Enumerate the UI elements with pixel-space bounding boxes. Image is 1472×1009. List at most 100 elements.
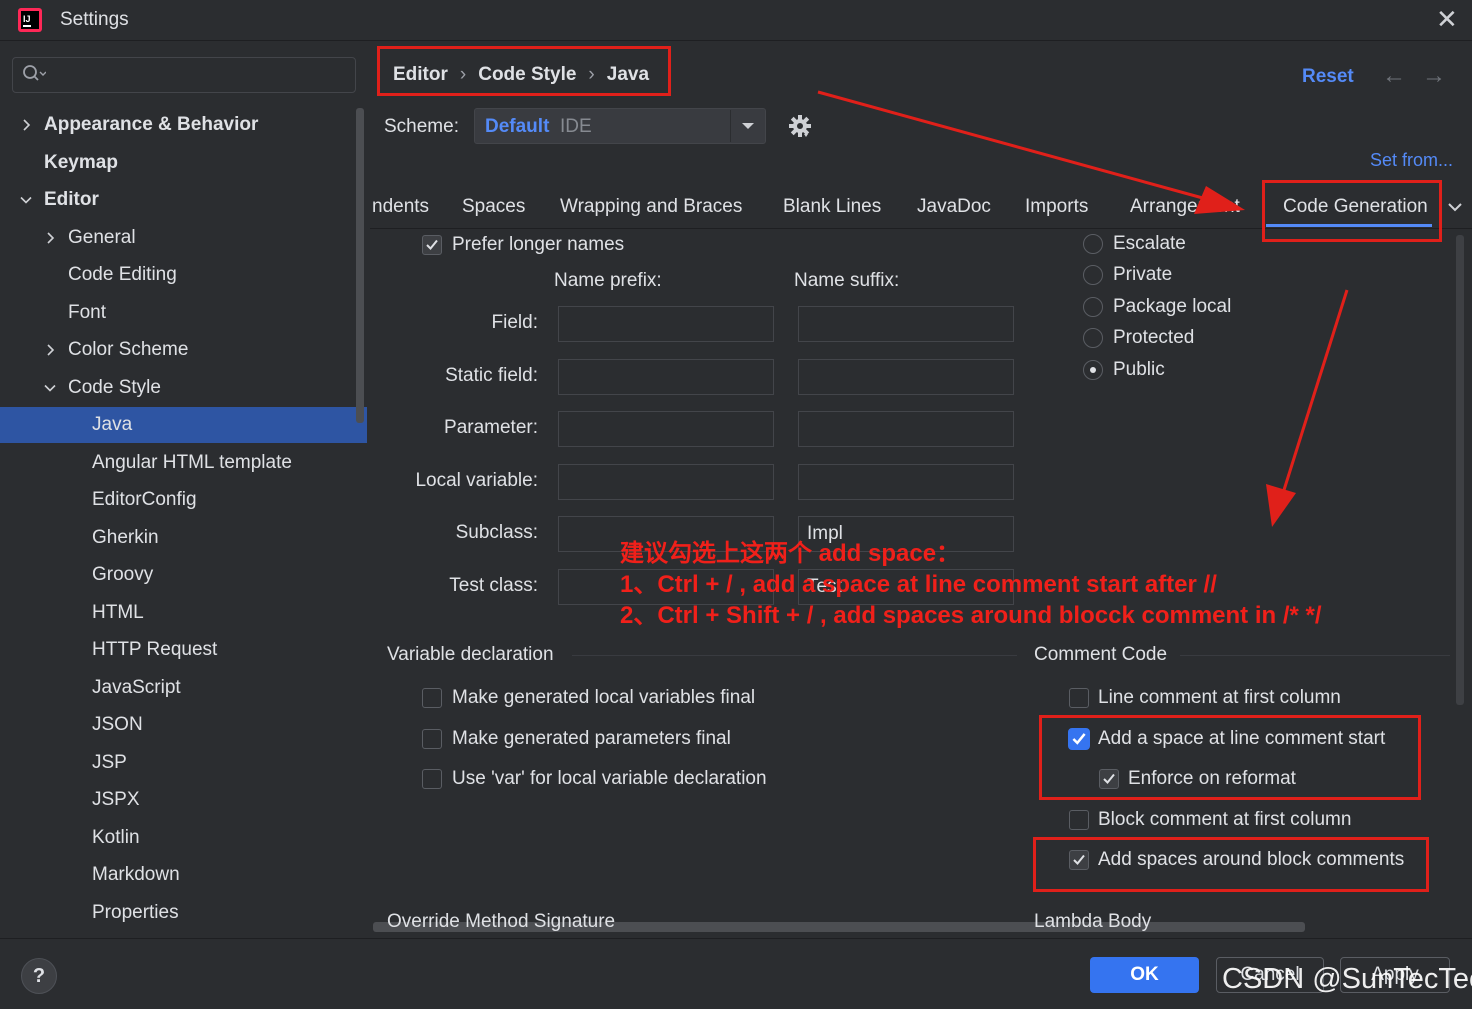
line-comment-first-column-checkbox[interactable] [1069,688,1089,708]
tab-wrapping-and-braces[interactable]: Wrapping and Braces [560,196,742,218]
local-variable-prefix-input[interactable] [558,464,774,500]
visibility-private-label: Private [1113,264,1173,285]
content-scrollbar[interactable] [1456,235,1464,705]
visibility-private-radio[interactable] [1083,265,1103,285]
scheme-type: IDE [560,116,592,137]
static-field-prefix-input[interactable] [558,359,774,395]
block-comment-first-column-checkbox[interactable] [1069,810,1089,830]
sidebar-item-properties[interactable]: Properties [92,895,179,931]
sidebar-item-code-editing[interactable]: Code Editing [68,257,177,293]
ok-button[interactable]: OK [1090,957,1199,993]
sidebar-item-editorconfig[interactable]: EditorConfig [92,482,197,518]
annotation-box-block-comment [1033,837,1429,892]
local-variable-suffix-input[interactable] [798,464,1014,500]
chevron-down-icon[interactable] [44,382,56,394]
parameter-label: Parameter: [444,417,538,438]
local-vars-final-checkbox[interactable] [422,688,442,708]
tab-blank-lines[interactable]: Blank Lines [783,196,881,218]
sidebar-item-groovy[interactable]: Groovy [92,557,153,593]
sidebar-item-appearance[interactable]: Appearance & Behavior [44,107,258,143]
footer-divider [0,938,1472,939]
section-divider [572,655,1017,656]
sidebar-item-font[interactable]: Font [68,295,106,331]
sidebar-item-markdown[interactable]: Markdown [92,857,180,893]
forward-arrow-icon[interactable]: → [1422,62,1446,90]
field-suffix-input[interactable] [798,306,1014,342]
sidebar-item-javascript[interactable]: JavaScript [92,670,181,706]
sidebar-item-jsp[interactable]: JSP [92,745,127,781]
chevron-right-icon[interactable] [44,344,56,356]
sidebar-item-angular-html[interactable]: Angular HTML template [92,445,292,481]
override-method-signature-title: Override Method Signature [387,911,616,932]
annotation-note: 建议勾选上这两个 add space： 1、Ctrl + / , add a s… [620,538,1322,631]
parameter-suffix-input[interactable] [798,411,1014,447]
name-suffix-header: Name suffix: [794,270,900,291]
local-variable-label: Local variable: [415,470,538,491]
search-icon [23,65,46,81]
name-prefix-header: Name prefix: [554,270,662,291]
tab-arrangement[interactable]: Arrangement [1130,196,1240,218]
prefer-longer-names-label: Prefer longer names [452,234,625,255]
visibility-package-local-label: Package local [1113,296,1232,317]
annotation-line-3: 2、Ctrl + Shift + / , add spaces around b… [620,602,1322,629]
sidebar-item-code-style[interactable]: Code Style [68,370,161,406]
settings-search-input[interactable] [12,57,356,93]
sidebar-item-editor[interactable]: Editor [44,182,99,218]
test-class-label: Test class: [449,575,538,596]
visibility-escalate-label: Escalate [1113,233,1186,254]
static-field-label: Static field: [445,365,538,386]
annotation-box-line-comment [1039,715,1421,800]
chevron-right-icon[interactable] [44,232,56,244]
params-final-checkbox[interactable] [422,729,442,749]
svg-text:IJ: IJ [23,14,31,24]
sidebar-item-kotlin[interactable]: Kotlin [92,820,140,856]
sidebar-item-gherkin[interactable]: Gherkin [92,520,159,556]
sidebar-item-json[interactable]: JSON [92,707,143,743]
tab-indents[interactable]: ndents [372,196,429,218]
sidebar-item-http-request[interactable]: HTTP Request [92,632,217,668]
tab-spaces[interactable]: Spaces [462,196,525,218]
use-var-checkbox[interactable] [422,769,442,789]
tab-javadoc[interactable]: JavaDoc [917,196,991,218]
sidebar-scrollbar[interactable] [356,108,364,423]
block-comment-first-column-label: Block comment at first column [1098,809,1352,830]
help-icon[interactable]: ? [21,958,57,994]
params-final-label: Make generated parameters final [452,728,731,749]
lambda-body-title: Lambda Body [1034,911,1152,932]
subclass-label: Subclass: [455,522,538,543]
tab-imports[interactable]: Imports [1025,196,1088,218]
set-from-link[interactable]: Set from... [1370,150,1453,171]
prefer-longer-names-checkbox[interactable] [422,235,442,255]
visibility-escalate-radio[interactable] [1083,234,1103,254]
reset-link[interactable]: Reset [1302,66,1354,88]
visibility-package-local-radio[interactable] [1083,297,1103,317]
field-label: Field: [491,312,538,333]
comment-code-title: Comment Code [1034,644,1168,665]
sidebar-item-java-selected[interactable]: Java [0,407,367,443]
sidebar-item-color-scheme[interactable]: Color Scheme [68,332,188,368]
sidebar-item-jspx[interactable]: JSPX [92,782,140,818]
section-divider [1180,655,1450,656]
chevron-down-icon[interactable] [20,194,32,206]
sidebar-item-html[interactable]: HTML [92,595,144,631]
scheme-label: Scheme: [384,116,459,137]
csdn-watermark: CSDN @SunTecTec [1222,963,1472,995]
chevron-down-icon[interactable] [730,110,765,142]
gear-icon[interactable] [788,114,812,138]
annotation-line-2: 1、Ctrl + / , add a space at line comment… [620,571,1217,598]
window-title: Settings [60,9,129,30]
annotation-box-code-generation [1262,180,1442,242]
variable-declaration-title: Variable declaration [387,644,554,665]
chevron-right-icon[interactable] [20,119,32,131]
field-prefix-input[interactable] [558,306,774,342]
parameter-prefix-input[interactable] [558,411,774,447]
close-icon[interactable]: ✕ [1436,6,1458,32]
sidebar-item-keymap[interactable]: Keymap [44,145,118,181]
chevron-down-icon[interactable] [1446,198,1464,216]
visibility-public-label: Public [1113,359,1165,380]
static-field-suffix-input[interactable] [798,359,1014,395]
sidebar-item-general[interactable]: General [68,220,136,256]
visibility-public-radio[interactable] [1083,360,1103,380]
visibility-protected-radio[interactable] [1083,328,1103,348]
back-arrow-icon[interactable]: ← [1382,62,1406,90]
